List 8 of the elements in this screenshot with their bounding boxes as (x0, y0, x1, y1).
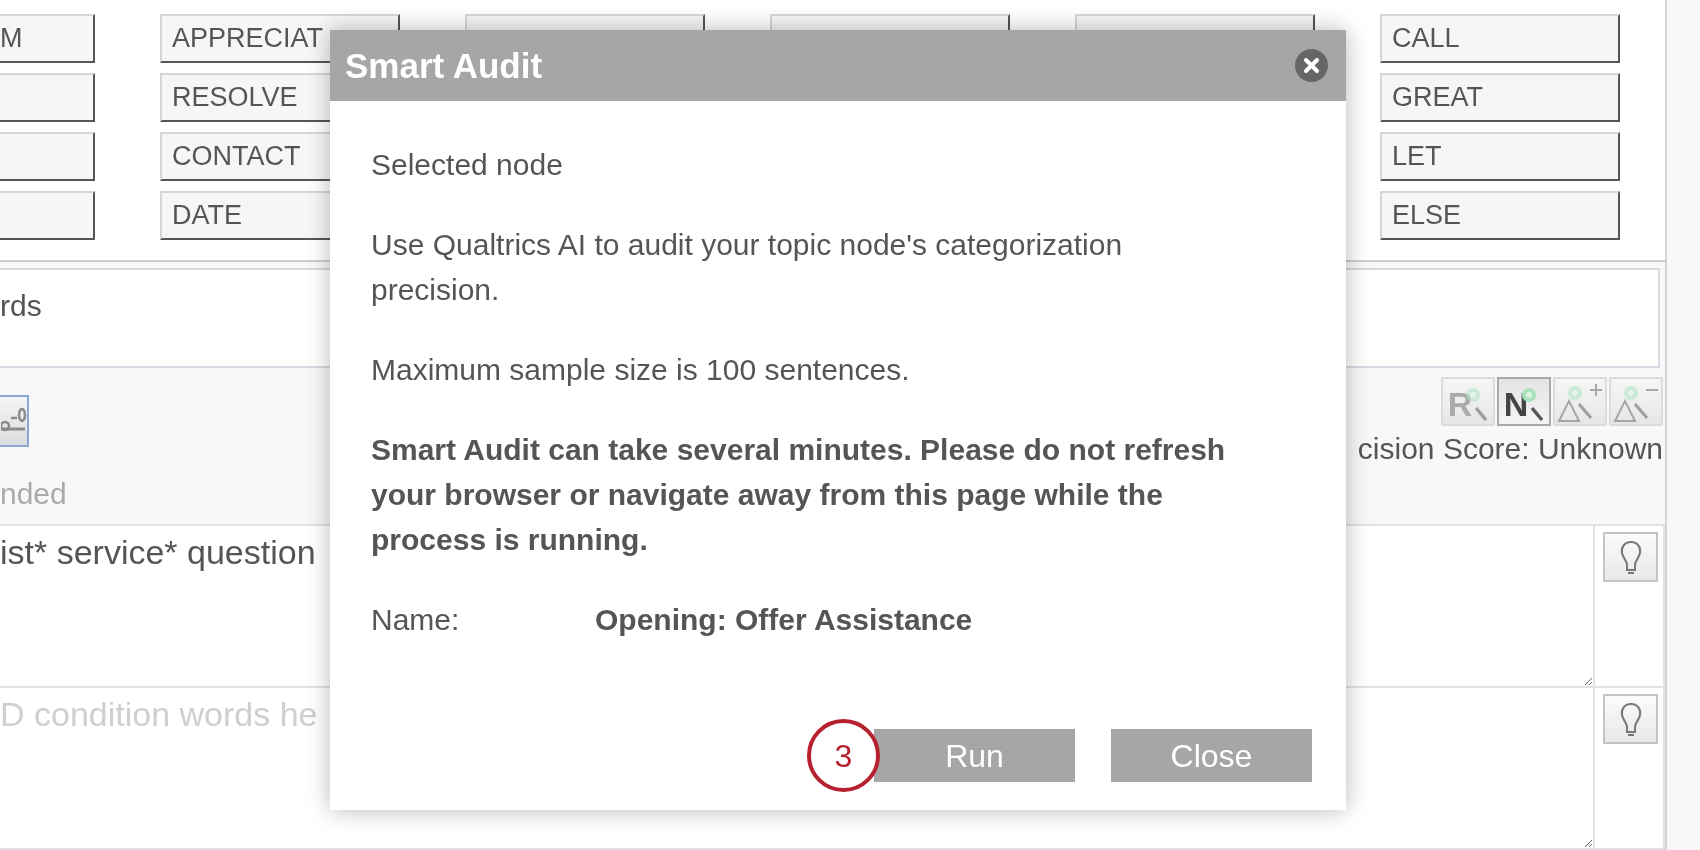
name-label: Name: (371, 602, 461, 638)
precision-score-text: cision Score: Unknown (1357, 431, 1663, 467)
hint-text: nded (0, 476, 67, 512)
dialog-text: Maximum sample size is 100 sentences. (371, 352, 911, 388)
panel-text: rds (0, 289, 42, 322)
name-value: Opening: Offer Assistance (595, 602, 973, 638)
warning-text: Smart Audit can take several minutes. Please do not refresh your browser or navigate away from this page while the process is running. (371, 432, 1227, 558)
step-callout: 3 (807, 719, 880, 792)
